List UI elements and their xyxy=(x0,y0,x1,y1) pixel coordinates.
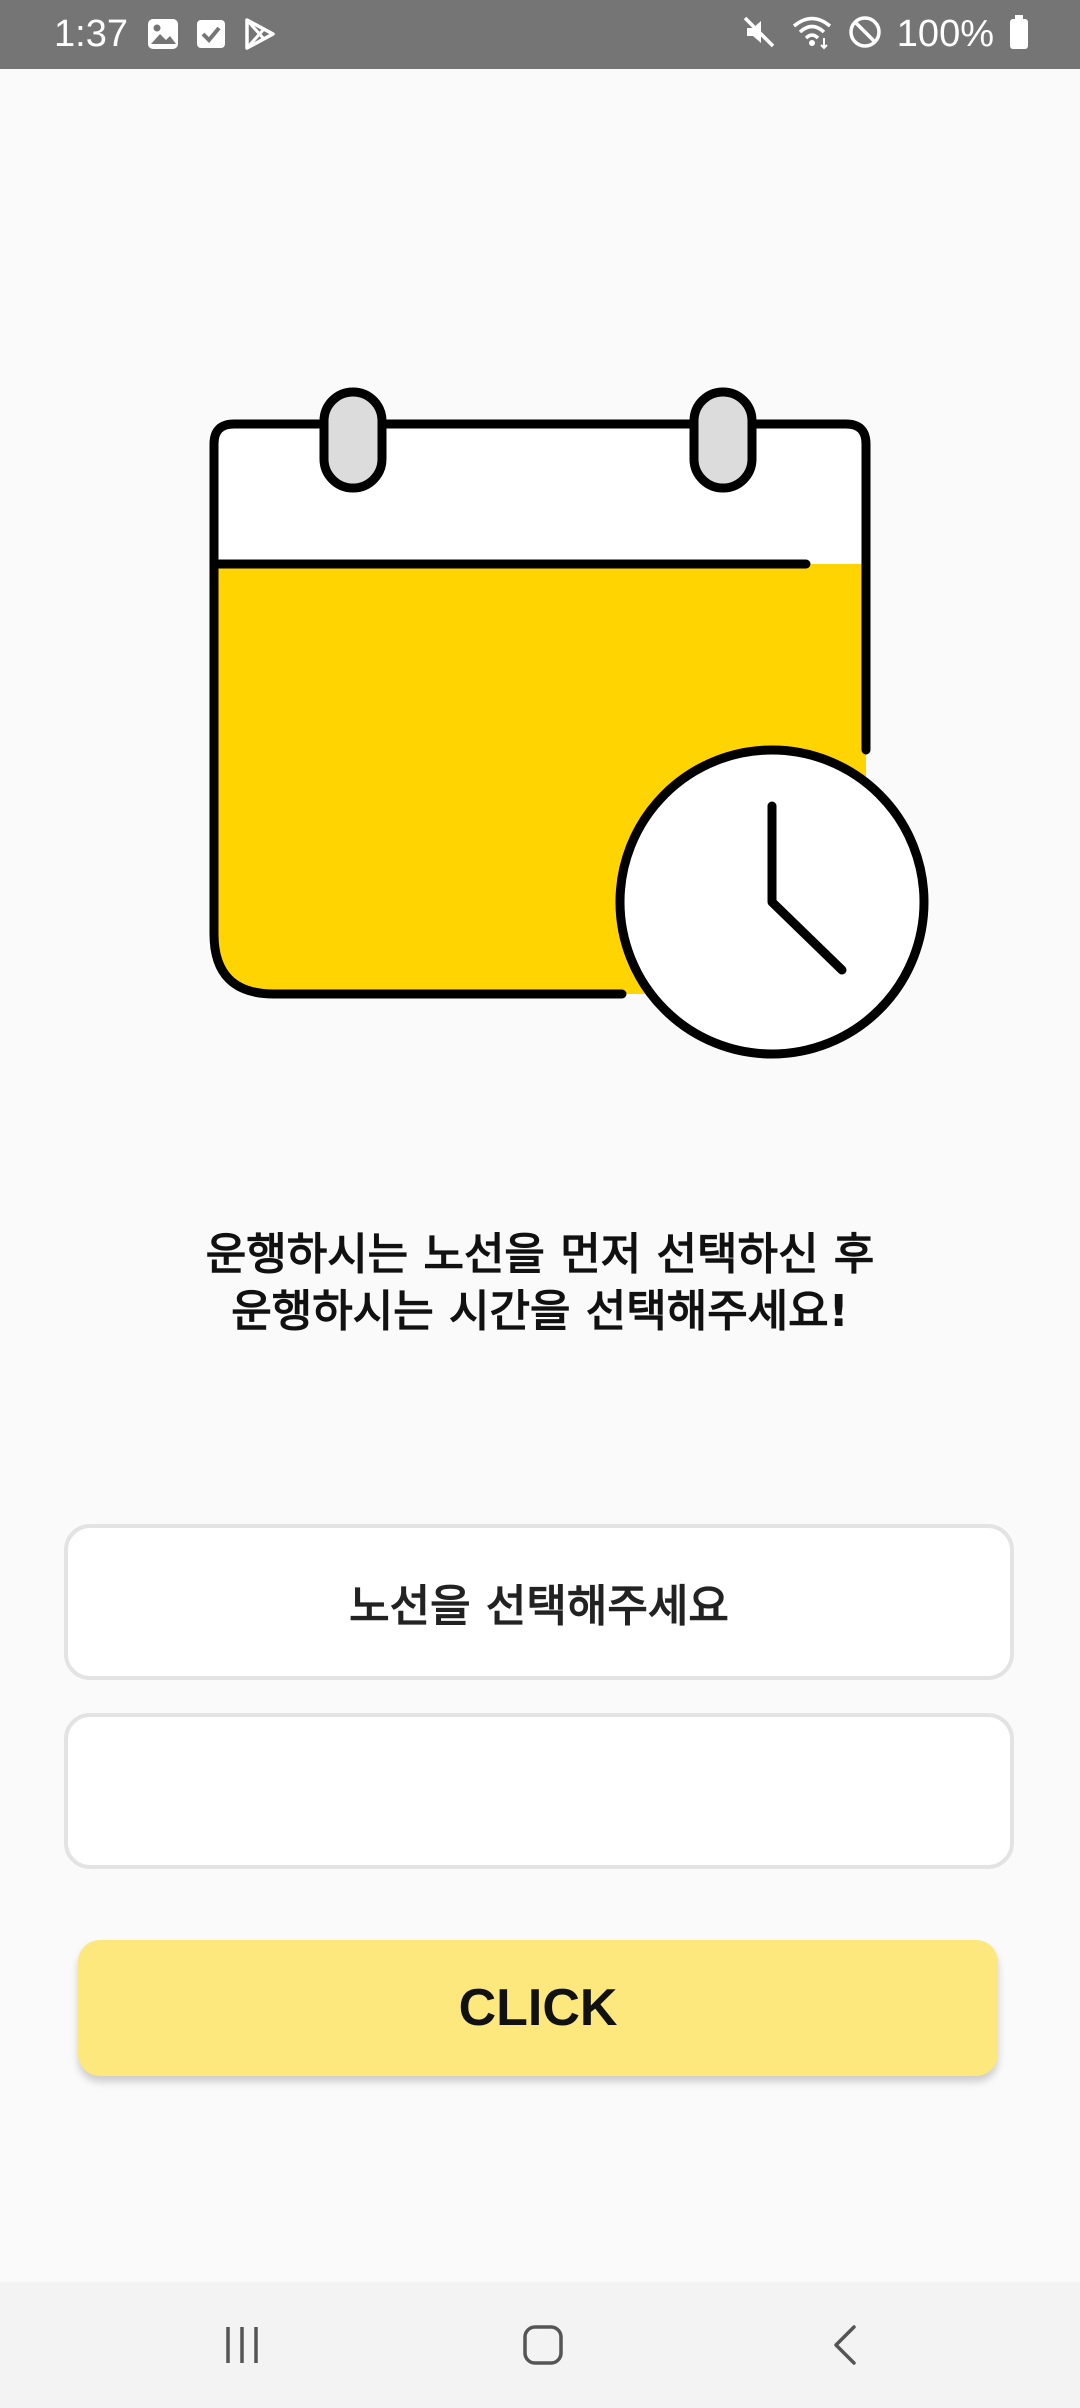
home-icon[interactable] xyxy=(493,2310,593,2380)
instruction-line-2: 운행하시는 시간을 선택해주세요! xyxy=(231,1286,849,1337)
instruction-line-1: 운행하시는 노선을 먼저 선택하신 후 xyxy=(205,1229,875,1280)
do-not-disturb-icon xyxy=(847,14,883,54)
route-select-label: 노선을 선택해주세요 xyxy=(349,1581,729,1632)
image-icon xyxy=(146,17,180,55)
instruction-text: 운행하시는 노선을 먼저 선택하신 후 운행하시는 시간을 선택해주세요! xyxy=(0,1226,1080,1340)
status-time: 1:37 xyxy=(54,13,128,55)
time-select-field[interactable] xyxy=(64,1713,1014,1869)
battery-icon xyxy=(1008,14,1030,54)
status-system-icons: 100% xyxy=(741,8,1030,60)
route-select-field[interactable]: 노선을 선택해주세요 xyxy=(64,1524,1014,1680)
battery-percentage: 100% xyxy=(896,13,994,55)
status-notification-icons xyxy=(146,17,276,55)
mute-icon xyxy=(741,14,777,54)
play-store-icon xyxy=(242,17,276,55)
checkbox-icon xyxy=(194,17,228,55)
status-bar: 1:37 100% xyxy=(0,0,1080,69)
recent-apps-icon[interactable] xyxy=(192,2310,292,2380)
wifi-icon xyxy=(791,14,833,54)
calendar-clock-icon xyxy=(200,378,940,1068)
click-button[interactable]: CLICK xyxy=(78,1940,998,2076)
click-button-label: CLICK xyxy=(458,1979,618,2037)
navigation-bar xyxy=(0,2282,1080,2408)
back-icon[interactable] xyxy=(796,2310,896,2380)
